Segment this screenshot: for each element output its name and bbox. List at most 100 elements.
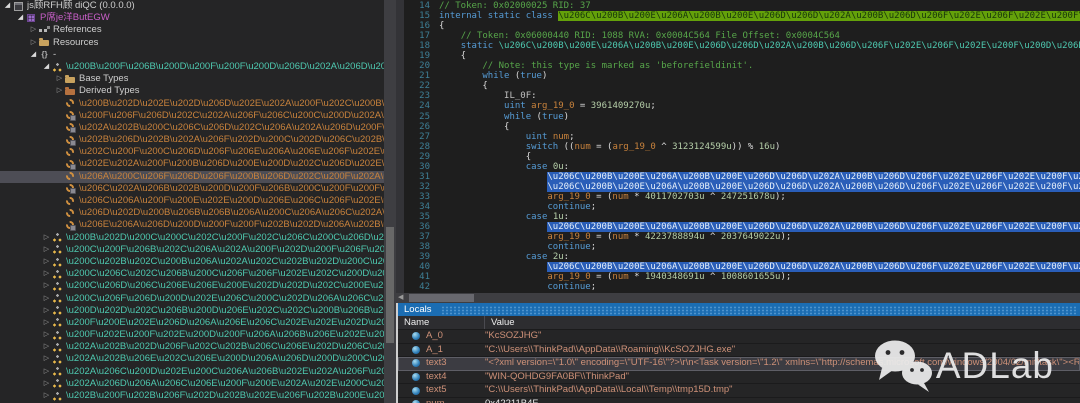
tree-expander-icon[interactable]: ▷: [54, 85, 65, 97]
tree-item-folder-derived[interactable]: ▷Derived Types: [0, 85, 384, 97]
code-line[interactable]: 26 {: [404, 122, 1080, 132]
tree-expander-icon[interactable]: ▷: [41, 268, 52, 280]
tree-item-class[interactable]: ◢\u200B\u200F\u206B\u200D\u200F\u200F\u2…: [0, 61, 384, 73]
code-line[interactable]: 18 static \u206C\u200B\u200E\u206A\u200B…: [404, 41, 1080, 51]
locals-row[interactable]: A_1"C:\\Users\\ThinkPad\\AppData\\Roamin…: [398, 344, 1080, 358]
code-editor[interactable]: 14// Token: 0x02000025 RID: 3715internal…: [396, 0, 1080, 293]
code-horizontal-scrollbar[interactable]: ◀: [396, 293, 1080, 303]
code-line[interactable]: 22 {: [404, 81, 1080, 91]
scroll-left-arrow-icon[interactable]: ◀: [398, 293, 403, 303]
tree-item-class[interactable]: ▷\u202A\u202B\u202D\u206F\u202C\u202B\u2…: [0, 341, 384, 353]
tree-item-method[interactable]: \u200B\u202D\u202E\u202D\u206D\u202E\u20…: [0, 98, 384, 110]
tree-expander-icon[interactable]: ◢: [41, 61, 52, 73]
tree-expander-icon[interactable]: ◢: [15, 12, 26, 24]
tree-item-class[interactable]: ▷\u200C\u200F\u206B\u202C\u206A\u202A\u2…: [0, 244, 384, 256]
code-line[interactable]: 16{: [404, 21, 1080, 31]
tree-item-method[interactable]: \u206C\u206A\u200F\u200E\u202E\u200D\u20…: [0, 195, 384, 207]
tree-item-class[interactable]: ▷\u200D\u202D\u202C\u206B\u200D\u206E\u2…: [0, 305, 384, 317]
tree-expander-icon[interactable]: ▷: [28, 24, 39, 36]
code-line[interactable]: 37 arg_19_0 = (num * 4223788894u ^ 20376…: [404, 232, 1080, 242]
code-hscrollbar-thumb[interactable]: [409, 294, 474, 302]
tree-expander-icon[interactable]: ▷: [41, 244, 52, 256]
code-line[interactable]: 40 \u206C\u200B\u200E\u206A\u200B\u200E\…: [404, 262, 1080, 272]
tree-item-class[interactable]: ▷\u200B\u202D\u200C\u200C\u202C\u200F\u2…: [0, 232, 384, 244]
code-line[interactable]: 41 arg_19_0 = (num * 1940348691u ^ 10086…: [404, 272, 1080, 282]
tree-vertical-scrollbar[interactable]: [384, 0, 396, 403]
code-line[interactable]: 21 while (true): [404, 71, 1080, 81]
tree-item-class[interactable]: ▷\u202A\u206C\u200D\u202E\u200C\u206A\u2…: [0, 366, 384, 378]
tree-item-class[interactable]: ▷\u200F\u202E\u200F\u202E\u200D\u200F\u2…: [0, 329, 384, 341]
tree-item-class[interactable]: ▷\u202A\u202B\u206E\u202C\u206E\u200D\u2…: [0, 353, 384, 365]
code-line[interactable]: 35 case 1u:: [404, 212, 1080, 222]
code-line[interactable]: 39 case 2u:: [404, 252, 1080, 262]
tree-expander-icon[interactable]: ▷: [41, 329, 52, 341]
code-line[interactable]: 24 uint arg_19_0 = 3961409270u;: [404, 101, 1080, 111]
tree-item-method[interactable]: \u202B\u206D\u202B\u202A\u206F\u202D\u20…: [0, 134, 384, 146]
tree-expander-icon[interactable]: ◢: [2, 0, 13, 12]
code-line[interactable]: 25 while (true): [404, 112, 1080, 122]
tree-expander-icon[interactable]: ▷: [54, 73, 65, 85]
tree-item-method[interactable]: \u202E\u202A\u200F\u200B\u206D\u200E\u20…: [0, 158, 384, 170]
code-line[interactable]: 32 \u206C\u200B\u200E\u206A\u200B\u200E\…: [404, 182, 1080, 192]
code-line[interactable]: 33 arg_19_0 = (num * 4011702703u ^ 24725…: [404, 192, 1080, 202]
tree-expander-icon[interactable]: ▷: [41, 293, 52, 305]
tree-expander-icon[interactable]: ▷: [41, 256, 52, 268]
tree-item-references[interactable]: ▷References: [0, 24, 384, 36]
code-line[interactable]: 36 \u206C\u200B\u200E\u206A\u200B\u200E\…: [404, 222, 1080, 232]
tree-item-method[interactable]: \u202A\u202B\u200C\u206C\u206D\u202C\u20…: [0, 122, 384, 134]
code-line[interactable]: 28 switch ((num = (arg_19_0 ^ 3123124599…: [404, 142, 1080, 152]
tree-item-method[interactable]: \u202C\u200F\u200C\u206D\u206F\u206E\u20…: [0, 146, 384, 158]
tree-item-method[interactable]: \u200F\u206F\u206D\u202C\u202A\u206F\u20…: [0, 110, 384, 122]
tree-item-class[interactable]: ▷\u202A\u206D\u206A\u206C\u206E\u200F\u2…: [0, 378, 384, 390]
tree-expander-icon[interactable]: ▷: [41, 378, 52, 390]
code-line[interactable]: 42 continue;: [404, 282, 1080, 292]
tree-expander-icon[interactable]: ▷: [41, 353, 52, 365]
code-line[interactable]: 27 uint num;: [404, 132, 1080, 142]
tree-item-class[interactable]: ▷\u200F\u200E\u202E\u206D\u206A\u206E\u2…: [0, 317, 384, 329]
tree-item-method[interactable]: \u206D\u202D\u200B\u206B\u206B\u206A\u20…: [0, 207, 384, 219]
code-line[interactable]: 15internal static class \u206C\u200B\u20…: [404, 11, 1080, 21]
tree-item-assembly[interactable]: ◢js顾RFH顾 diQC (0.0.0.0): [0, 0, 384, 12]
locals-row[interactable]: text5"C:\\Users\\ThinkPad\\AppData\\Loca…: [398, 384, 1080, 398]
code-line[interactable]: 19 {: [404, 51, 1080, 61]
locals-row[interactable]: text3"<?xml version=\"1.0\" encoding=\"U…: [398, 357, 1080, 371]
tree-item-class[interactable]: ▷\u200C\u206D\u206C\u206E\u206E\u200E\u2…: [0, 280, 384, 292]
tree-expander-icon[interactable]: ▷: [41, 232, 52, 244]
tree-item-folder[interactable]: ▷Base Types: [0, 73, 384, 85]
tree-item-method[interactable]: \u206E\u206A\u206D\u200D\u200F\u200F\u20…: [0, 219, 384, 231]
tree-item-class[interactable]: ▷\u200C\u206F\u206D\u200D\u202E\u206C\u2…: [0, 293, 384, 305]
code-line[interactable]: 30 case 0u:: [404, 162, 1080, 172]
tree-item-class[interactable]: ▷\u200C\u202B\u202C\u200B\u206A\u202A\u2…: [0, 256, 384, 268]
tree-item-folder[interactable]: ▷Resources: [0, 37, 384, 49]
column-header-value[interactable]: Value: [485, 316, 515, 329]
locals-title-bar[interactable]: Locals: [398, 303, 1080, 316]
tree-item-module[interactable]: ◢P席je洋ButEGW: [0, 12, 384, 24]
tree-expander-icon[interactable]: ▷: [41, 280, 52, 292]
tree-expander-icon[interactable]: ▷: [28, 37, 39, 49]
locals-row[interactable]: text4"WIN-QOHDG9FA0BF\\ThinkPad": [398, 371, 1080, 385]
code-line[interactable]: 14// Token: 0x02000025 RID: 37: [404, 1, 1080, 11]
locals-row[interactable]: num0x42211B4F: [398, 398, 1080, 403]
breakpoint-gutter[interactable]: [396, 0, 404, 293]
column-header-name[interactable]: Name: [398, 316, 485, 329]
tree-item-class[interactable]: ▷\u202B\u200F\u202B\u206F\u202D\u202B\u2…: [0, 390, 384, 402]
code-line[interactable]: 31 \u206C\u200B\u200E\u206A\u200B\u200E\…: [404, 172, 1080, 182]
code-line[interactable]: 20 // Note: this type is marked as 'befo…: [404, 61, 1080, 71]
code-line[interactable]: 34 continue;: [404, 202, 1080, 212]
tree-scrollbar-thumb[interactable]: [386, 227, 394, 343]
code-line[interactable]: 23 IL_0F:: [404, 91, 1080, 101]
tree-item-method[interactable]: \u206A\u200C\u206F\u206D\u206F\u200B\u20…: [0, 171, 384, 183]
code-line[interactable]: 29 {: [404, 152, 1080, 162]
code-line[interactable]: 38 continue;: [404, 242, 1080, 252]
tree-expander-icon[interactable]: ◢: [28, 49, 39, 61]
tree-expander-icon[interactable]: ▷: [41, 317, 52, 329]
locals-row[interactable]: A_0"KcSOZJHG": [398, 330, 1080, 344]
tree-expander-icon[interactable]: ▷: [41, 341, 52, 353]
code-line[interactable]: 17 // Token: 0x06000440 RID: 1088 RVA: 0…: [404, 31, 1080, 41]
tree-item-namespace[interactable]: ◢{}-: [0, 49, 384, 61]
tree-expander-icon[interactable]: ▷: [41, 390, 52, 402]
tree-expander-icon[interactable]: ▷: [41, 366, 52, 378]
tree-item-class[interactable]: ▷\u200C\u206C\u202C\u206B\u200C\u206F\u2…: [0, 268, 384, 280]
tree-expander-icon[interactable]: ▷: [41, 305, 52, 317]
tree-item-method[interactable]: \u206C\u202A\u206B\u202B\u200D\u200F\u20…: [0, 183, 384, 195]
